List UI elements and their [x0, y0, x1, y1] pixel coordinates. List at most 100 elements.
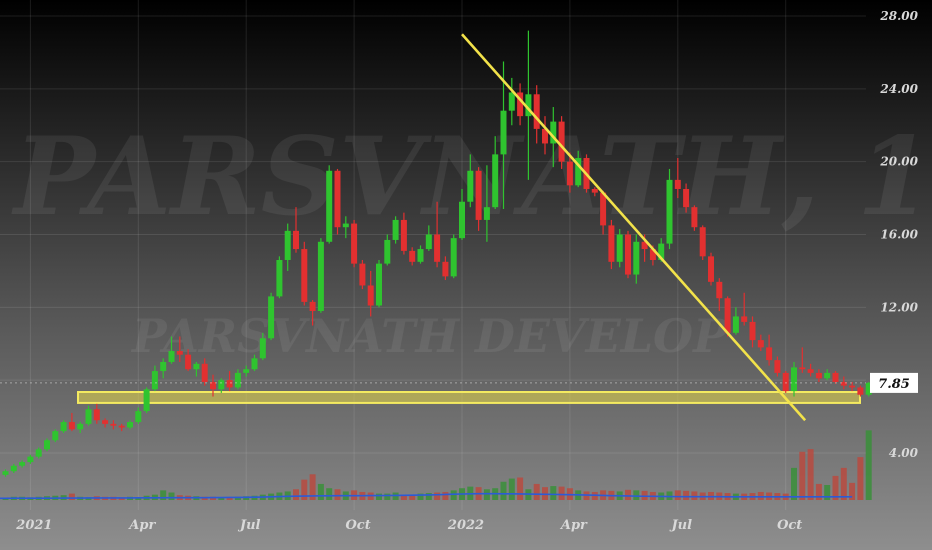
candle-body: [807, 369, 814, 373]
candle-body: [293, 230, 299, 250]
candle-body: [334, 170, 341, 228]
candle-body: [193, 363, 200, 370]
x-tick-label: Oct: [777, 518, 802, 533]
volume-bar: [334, 489, 341, 500]
volume-bar: [508, 478, 515, 500]
candle-body: [857, 387, 864, 395]
candle-body: [367, 285, 374, 306]
volume-bar: [317, 483, 324, 500]
watermark-name: PARSVNATH DEVELOP: [130, 309, 729, 363]
volume-bar: [757, 491, 764, 500]
candle-body: [68, 422, 75, 430]
support-zone: [77, 391, 861, 404]
candle-body: [608, 225, 615, 262]
candle-body: [442, 261, 449, 277]
candle-body: [625, 234, 631, 275]
candle-body: [708, 256, 714, 282]
volume-bar: [434, 492, 441, 500]
candle-body: [724, 298, 731, 333]
x-tick-label: Apr: [559, 518, 588, 533]
candle-body: [60, 422, 67, 432]
candle-body: [417, 249, 424, 262]
y-tick-label: 28.00: [879, 9, 918, 23]
candle-body: [849, 385, 856, 388]
x-tick-label: Jul: [237, 518, 261, 533]
candle-body: [10, 465, 17, 472]
candle-body: [782, 372, 789, 392]
candle-body: [566, 161, 573, 186]
candle-body: [732, 316, 739, 333]
candle-body: [691, 207, 698, 228]
candle-body: [674, 179, 681, 189]
candle-body: [699, 227, 706, 257]
candle-body: [326, 170, 333, 242]
volume-bar: [625, 489, 631, 500]
volume-bar: [500, 481, 507, 500]
candle-body: [359, 263, 366, 286]
candle-body: [434, 234, 441, 262]
candle-body: [392, 219, 399, 240]
candle-body: [467, 170, 474, 202]
chart-background: [0, 0, 932, 550]
volume-bar: [450, 490, 457, 500]
candle-body: [135, 411, 142, 423]
candle-body: [351, 223, 358, 264]
candle-body: [799, 367, 806, 370]
candle-body: [226, 380, 233, 388]
candle-body: [492, 154, 499, 208]
volume-bar: [384, 493, 391, 500]
x-tick-label: Oct: [345, 518, 370, 533]
candle-body: [500, 110, 507, 155]
volume-bar: [517, 477, 524, 500]
candle-body: [716, 281, 723, 299]
volume-bar: [824, 485, 831, 500]
candle-body: [284, 230, 291, 260]
candle-body: [425, 234, 432, 250]
x-tick-label: 2022: [447, 518, 484, 533]
candle-body: [185, 354, 192, 370]
candle-body: [450, 238, 457, 277]
candle-body: [176, 351, 183, 355]
candle-body: [168, 351, 175, 362]
candle-body: [127, 422, 133, 428]
candle-body: [376, 263, 382, 306]
candle-body: [475, 170, 482, 220]
candle-body: [666, 179, 673, 244]
candle-body: [110, 423, 117, 426]
volume-bar: [442, 491, 449, 500]
candle-body: [616, 234, 623, 262]
volume-bar: [326, 488, 333, 500]
candle-body: [160, 361, 167, 372]
volume-bar: [683, 490, 690, 500]
candle-body: [19, 462, 26, 466]
volume-bar: [865, 430, 872, 500]
candle-body: [85, 409, 92, 424]
candle-body: [832, 372, 839, 382]
candle-body: [35, 449, 42, 457]
candle-body: [234, 372, 241, 388]
candle-body: [824, 372, 831, 379]
chart-panel[interactable]: PARSVNATH, 1W PARSVNATH DEVELOP 28.0024.…: [0, 0, 932, 550]
candle-body: [93, 409, 100, 421]
candle-body: [143, 389, 150, 412]
volume-bar: [840, 467, 847, 500]
candle-body: [409, 250, 416, 262]
x-tick-label: 2021: [15, 518, 52, 533]
volume-bar: [691, 491, 698, 500]
candle-body: [309, 301, 316, 311]
volume-bar: [857, 457, 864, 500]
candle-body: [815, 372, 822, 379]
candle-body: [633, 241, 640, 275]
y-tick-label: 20.00: [879, 155, 918, 169]
candle-body: [591, 188, 598, 193]
candlestick-chart: PARSVNATH, 1W PARSVNATH DEVELOP 28.0024.…: [0, 0, 932, 550]
candle-body: [102, 420, 109, 424]
candle-body: [77, 423, 84, 430]
volume-bar: [168, 492, 175, 500]
volume-bar: [666, 491, 673, 500]
volume-bar: [807, 449, 814, 500]
candle-body: [791, 367, 797, 392]
x-tick-label: Jul: [669, 518, 693, 533]
candle-body: [251, 358, 258, 370]
volume-bar: [815, 483, 822, 500]
